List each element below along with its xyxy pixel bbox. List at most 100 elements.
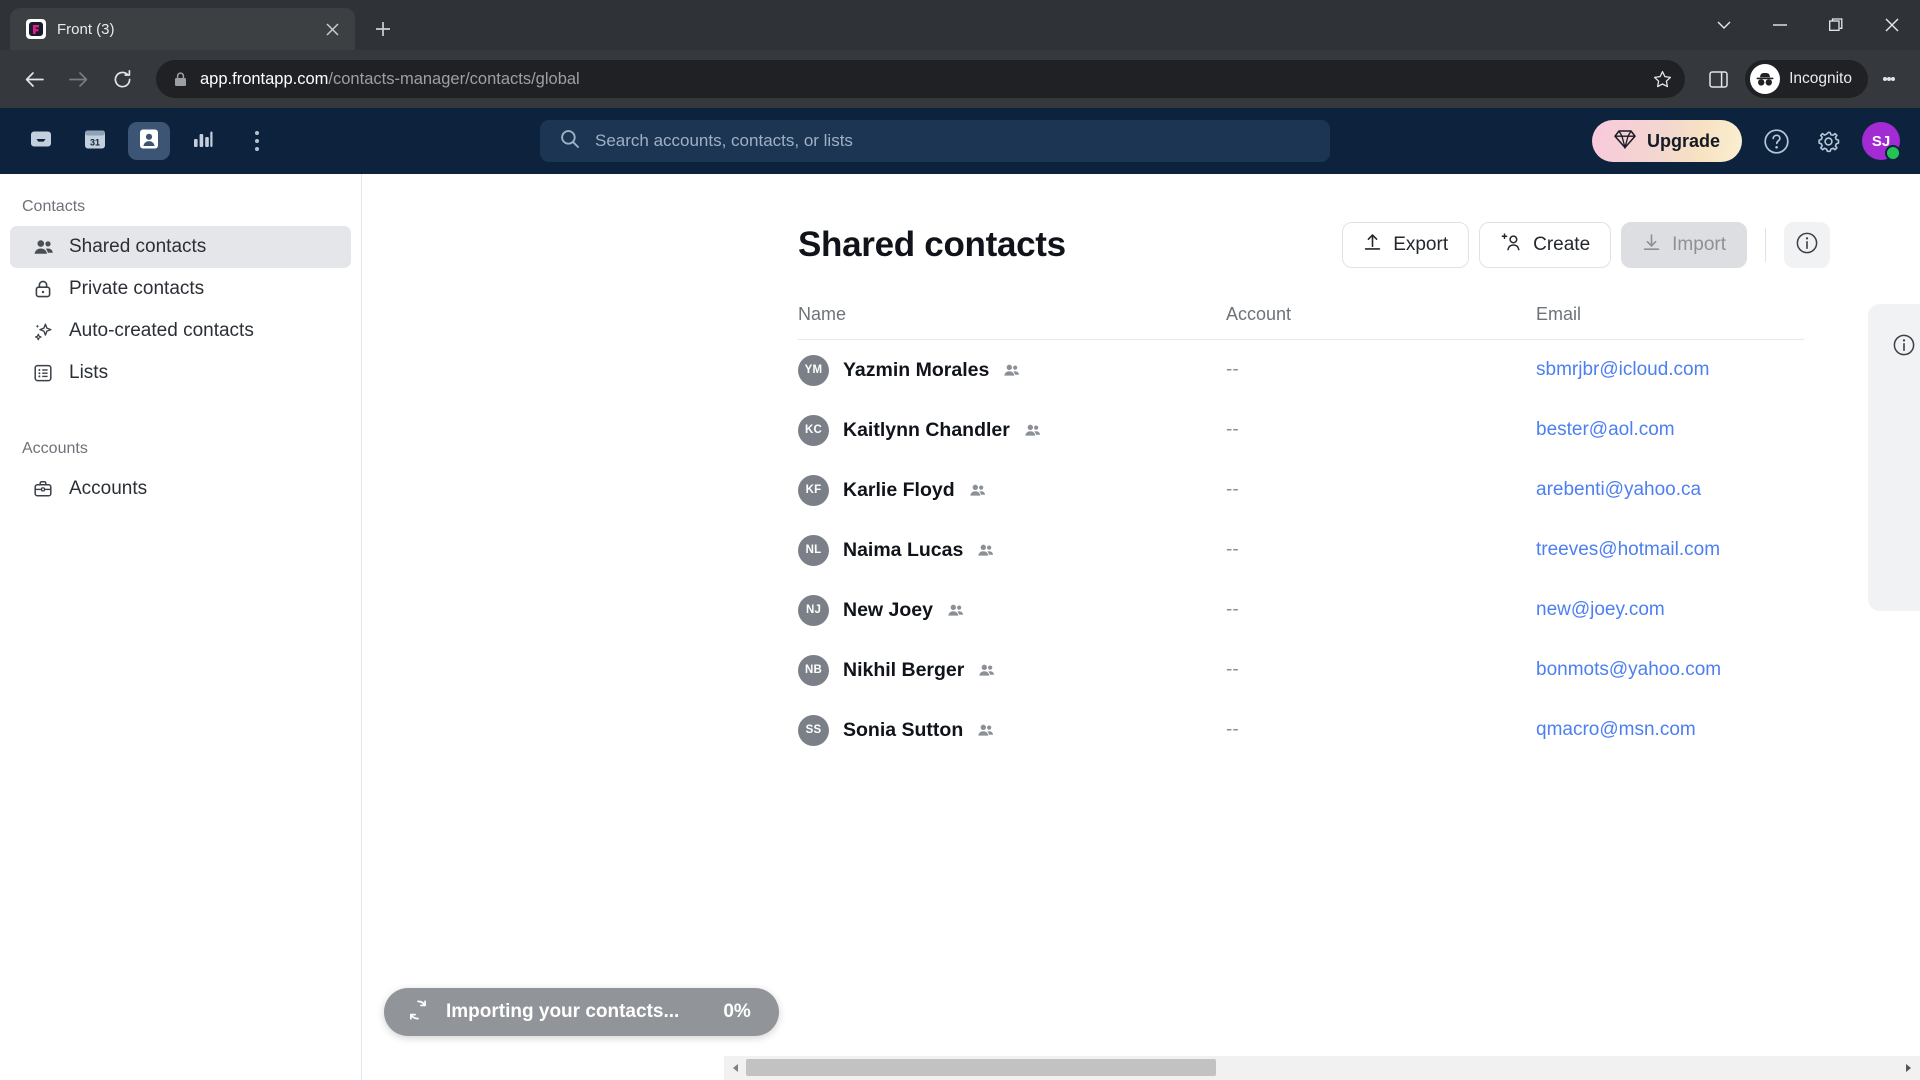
nav-contacts[interactable]: [128, 122, 170, 160]
close-icon[interactable]: [1864, 0, 1920, 50]
browser-tab[interactable]: Front (3): [10, 8, 355, 50]
table-row[interactable]: YM Yazmin Morales -- sbmrjbr@icloud.com: [798, 340, 1804, 400]
cell-name[interactable]: NJ New Joey: [798, 594, 1226, 626]
cell-email[interactable]: arebenti@yahoo.ca: [1536, 479, 1804, 501]
cell-email[interactable]: treeves@hotmail.com: [1536, 539, 1804, 561]
import-button[interactable]: Import: [1621, 222, 1747, 268]
avatar[interactable]: SJ: [1862, 122, 1901, 161]
table-row[interactable]: SS Sonia Sutton -- qmacro@msn.com: [798, 700, 1804, 760]
scrollbar-thumb[interactable]: [746, 1059, 1216, 1076]
add-person-icon: [1500, 232, 1522, 258]
page-header: Shared contacts Export Create Import: [362, 220, 1920, 270]
create-button[interactable]: Create: [1479, 222, 1612, 268]
main-content: Shared contacts Export Create Import Nam…: [362, 174, 1920, 1080]
scrollbar-track[interactable]: [746, 1056, 1898, 1080]
column-header-account[interactable]: Account: [1226, 304, 1536, 325]
search-area: Search accounts, contacts, or lists: [278, 120, 1592, 162]
right-arrow-icon[interactable]: [1898, 1056, 1920, 1080]
upgrade-button[interactable]: Upgrade: [1591, 120, 1742, 162]
forward-arrow-icon: [58, 59, 98, 99]
minimize-icon[interactable]: [1752, 0, 1808, 50]
table-row[interactable]: NB Nikhil Berger -- bonmots@yahoo.com: [798, 640, 1804, 700]
chevron-down-icon[interactable]: [1696, 0, 1752, 50]
incognito-label: Incognito: [1789, 70, 1852, 87]
sidebar-item-lists[interactable]: Lists: [10, 352, 351, 394]
cell-name[interactable]: KC Kaitlynn Chandler: [798, 414, 1226, 446]
left-arrow-icon[interactable]: [724, 1056, 746, 1080]
cell-account: --: [1226, 719, 1239, 740]
info-button[interactable]: [1784, 222, 1830, 268]
cell-name[interactable]: YM Yazmin Morales: [798, 354, 1226, 386]
three-dot-menu-icon[interactable]: [1872, 59, 1906, 99]
back-arrow-icon[interactable]: [14, 59, 54, 99]
cell-email[interactable]: new@joey.com: [1536, 599, 1804, 621]
sidebar-item-label: Accounts: [69, 478, 148, 499]
contacts-table: Name Account Email YM Yazmin Morales -- sbm…: [798, 304, 1804, 760]
cell-account: --: [1226, 599, 1239, 620]
reload-icon[interactable]: [102, 59, 142, 99]
incognito-indicator[interactable]: Incognito: [1745, 60, 1868, 98]
avatar-initials: SJ: [1871, 132, 1891, 150]
three-dot-menu-icon: [255, 131, 259, 151]
sidebar-item-private-contacts[interactable]: Private contacts: [10, 268, 351, 310]
side-panel-icon[interactable]: [1699, 60, 1737, 98]
browser-toolbar: app.frontapp.com/contacts-manager/contac…: [0, 50, 1920, 108]
action-divider: [1765, 228, 1766, 262]
nav-analytics[interactable]: [182, 122, 224, 160]
column-header-email[interactable]: Email: [1536, 304, 1804, 325]
content-split: Name Account Email YM Yazmin Morales -- sbm…: [362, 304, 1920, 760]
search-input[interactable]: Search accounts, contacts, or lists: [539, 120, 1330, 162]
star-icon[interactable]: [1651, 70, 1673, 89]
address-bar[interactable]: app.frontapp.com/contacts-manager/contac…: [156, 60, 1686, 98]
spinner-icon: [406, 998, 430, 1027]
cell-email[interactable]: bester@aol.com: [1536, 419, 1804, 441]
table-row[interactable]: KF Karlie Floyd -- arebenti@yahoo.ca: [798, 460, 1804, 520]
contact-name: Karlie Floyd: [843, 478, 955, 501]
info-icon: [1795, 231, 1819, 260]
page-title: Shared contacts: [798, 225, 1066, 264]
table-row[interactable]: KC Kaitlynn Chandler -- bester@aol.com: [798, 400, 1804, 460]
incognito-icon: [1750, 64, 1781, 94]
cell-email[interactable]: qmacro@msn.com: [1536, 719, 1804, 741]
sidebar-group-label: Contacts: [22, 198, 86, 215]
close-icon[interactable]: [319, 16, 345, 42]
sidebar-item-shared-contacts[interactable]: Shared contacts: [10, 226, 351, 268]
contact-avatar: KF: [798, 474, 829, 506]
inbox-icon: [28, 126, 54, 157]
table-row[interactable]: NL Naima Lucas -- treeves@hotmail.com: [798, 520, 1804, 580]
app-nav: 31: [20, 122, 278, 160]
app-header-actions: Upgrade SJ: [1591, 120, 1901, 162]
sidebar-item-label: Lists: [69, 362, 109, 383]
contact-name: Yazmin Morales: [843, 358, 990, 381]
nav-calendar[interactable]: 31: [74, 122, 116, 160]
cell-name[interactable]: NL Naima Lucas: [798, 534, 1226, 566]
cell-account: --: [1226, 539, 1239, 560]
sidebar-item-accounts[interactable]: Accounts: [10, 468, 351, 510]
nav-inbox[interactable]: [20, 122, 62, 160]
help-circle-icon[interactable]: [1758, 123, 1794, 159]
people-icon: [1024, 422, 1041, 439]
cell-account: --: [1226, 419, 1239, 440]
cell-name[interactable]: NB Nikhil Berger: [798, 654, 1226, 686]
people-icon: [978, 662, 995, 679]
contact-avatar: YM: [798, 354, 829, 386]
horizontal-scrollbar[interactable]: [724, 1056, 1920, 1080]
contact-name: Sonia Sutton: [843, 718, 964, 741]
cell-email[interactable]: sbmrjbr@icloud.com: [1536, 359, 1804, 381]
cell-name[interactable]: KF Karlie Floyd: [798, 474, 1226, 506]
column-header-name[interactable]: Name: [798, 304, 1226, 325]
contact-name: Kaitlynn Chandler: [843, 418, 1010, 441]
table-row[interactable]: NJ New Joey -- new@joey.com: [798, 580, 1804, 640]
contact-name: Naima Lucas: [843, 538, 964, 561]
nav-more[interactable]: [236, 122, 278, 160]
cell-name[interactable]: SS Sonia Sutton: [798, 714, 1226, 746]
export-button[interactable]: Export: [1342, 222, 1470, 268]
sidebar-item-label: Shared contacts: [69, 236, 207, 257]
sidebar-item-auto-created-contacts[interactable]: Auto-created contacts: [10, 310, 351, 352]
cell-email[interactable]: bonmots@yahoo.com: [1536, 659, 1804, 681]
cell-account: --: [1226, 659, 1239, 680]
maximize-icon[interactable]: [1808, 0, 1864, 50]
gear-icon[interactable]: [1810, 123, 1846, 159]
new-tab-button[interactable]: [365, 11, 401, 47]
people-icon: [32, 236, 54, 258]
